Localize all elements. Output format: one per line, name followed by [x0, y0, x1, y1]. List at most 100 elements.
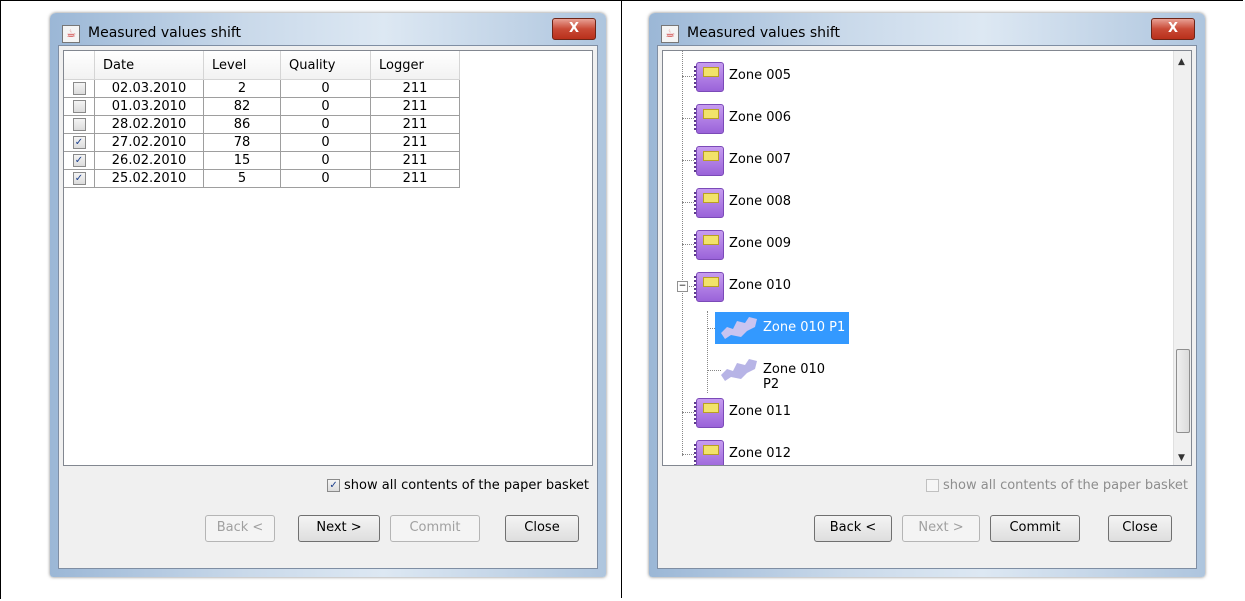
close-button[interactable]: Close — [505, 515, 579, 542]
logger-cell: 211 — [370, 133, 460, 152]
tree-node-label: Zone 010 P1 — [763, 320, 846, 335]
left-window-close-button[interactable]: X — [552, 18, 596, 40]
right-window-title: Measured values shift — [687, 25, 841, 41]
back-button[interactable]: Back < — [814, 515, 892, 542]
left-bottom-panel: ✓ show all contents of the paper basket B… — [63, 470, 593, 564]
tree-item-box[interactable]: Zone 010 P2 — [715, 354, 843, 392]
zone-notebook-icon — [694, 188, 724, 218]
commit-button[interactable]: Commit — [390, 515, 480, 542]
show-basket-label: show all contents of the paper basket — [943, 478, 1188, 493]
table-row[interactable]: ✓ 27.02.2010 78 0 211 — [64, 133, 460, 152]
level-cell: 2 — [203, 79, 281, 98]
quality-cell: 0 — [280, 133, 371, 152]
level-cell: 5 — [203, 169, 281, 188]
tree-node-part[interactable]: Zone 010 P1 — [663, 308, 1163, 348]
close-button[interactable]: Close — [1108, 515, 1172, 542]
commit-button[interactable]: Commit — [990, 515, 1080, 542]
row-checkbox[interactable]: ✓ — [72, 154, 86, 167]
row-select-cell[interactable] — [64, 79, 95, 98]
row-checkbox[interactable]: ✓ — [72, 136, 86, 149]
date-cell: 27.02.2010 — [94, 133, 204, 152]
tree-node-label: Zone 010 P2 — [763, 362, 826, 392]
show-basket-checkbox-row[interactable]: ✓ show all contents of the paper basket — [327, 478, 589, 493]
tree-node-part[interactable]: Zone 010 P2 — [663, 350, 1163, 392]
column-header-date[interactable]: Date — [94, 51, 204, 80]
tree-node-zone[interactable]: Zone 006 — [663, 98, 1163, 138]
tree-node-zone[interactable]: Zone 005 — [663, 56, 1163, 96]
row-select-cell[interactable] — [64, 97, 95, 116]
row-checkbox[interactable]: ✓ — [72, 172, 86, 185]
left-title-bar[interactable]: ☕ Measured values shift X — [50, 13, 606, 49]
tree-node-label: Zone 008 — [729, 194, 792, 209]
tree-node-zone[interactable]: Zone 012 — [663, 434, 1163, 465]
row-checkbox[interactable] — [72, 82, 86, 95]
row-checkbox[interactable] — [72, 118, 86, 131]
tree-node-label: Zone 012 — [729, 446, 792, 461]
logger-cell: 211 — [370, 169, 460, 188]
zone-part-map-icon — [721, 317, 757, 339]
values-table-area: Date Level Quality Logger 02.03.2010 2 0 21… — [63, 50, 593, 466]
zone-tree-area: ▲ ▼ Zone 005 Zone 006 Zone 007 Zone 008 Zone… — [662, 50, 1192, 466]
quality-cell: 0 — [280, 169, 371, 188]
tree-node-zone[interactable]: Zone 007 — [663, 140, 1163, 180]
row-select-cell[interactable]: ✓ — [64, 151, 95, 170]
right-title-bar[interactable]: ☕ Measured values shift X — [649, 13, 1205, 49]
scrollbar-thumb[interactable] — [1176, 349, 1190, 433]
show-basket-checkbox[interactable]: ✓ — [327, 479, 341, 492]
tree-node-zone[interactable]: Zone 011 — [663, 392, 1163, 432]
table-row[interactable]: ✓ 26.02.2010 15 0 211 — [64, 151, 460, 170]
tree-node-zone[interactable]: − Zone 010 — [663, 266, 1163, 306]
right-window-close-button[interactable]: X — [1151, 18, 1195, 40]
table-row[interactable]: 28.02.2010 86 0 211 — [64, 115, 460, 134]
table-row[interactable]: ✓ 25.02.2010 5 0 211 — [64, 169, 460, 188]
column-header-select[interactable] — [64, 51, 95, 80]
table-row[interactable]: 01.03.2010 82 0 211 — [64, 97, 460, 116]
tree-connector-line — [682, 412, 694, 413]
next-button[interactable]: Next > — [298, 515, 380, 542]
row-checkbox[interactable] — [72, 100, 86, 113]
quality-cell: 0 — [280, 151, 371, 170]
next-button[interactable]: Next > — [902, 515, 980, 542]
tree-node-label: Zone 010 — [729, 278, 792, 293]
tree-node-zone[interactable]: Zone 009 — [663, 224, 1163, 264]
tree-node-zone[interactable]: Zone 008 — [663, 182, 1163, 222]
level-cell: 82 — [203, 97, 281, 116]
row-select-cell[interactable]: ✓ — [64, 169, 95, 188]
scroll-up-arrow-icon[interactable]: ▲ — [1178, 57, 1185, 67]
logger-cell: 211 — [370, 97, 460, 116]
zone-notebook-icon — [694, 62, 724, 92]
zone-part-map-icon — [721, 359, 757, 381]
tree-connector-line — [682, 202, 694, 203]
scroll-down-arrow-icon[interactable]: ▼ — [1178, 453, 1185, 463]
java-app-icon: ☕ — [62, 25, 80, 43]
column-header-logger[interactable]: Logger — [370, 51, 460, 80]
map-shape — [721, 359, 757, 381]
back-button[interactable]: Back < — [205, 515, 275, 542]
selected-item-highlight[interactable]: Zone 010 P1 — [715, 312, 849, 344]
date-cell: 02.03.2010 — [94, 79, 204, 98]
logger-cell: 211 — [370, 79, 460, 98]
show-basket-checkbox[interactable] — [926, 479, 940, 492]
column-header-quality[interactable]: Quality — [280, 51, 371, 80]
date-cell: 26.02.2010 — [94, 151, 204, 170]
tree-connector-line — [682, 454, 694, 455]
show-basket-label: show all contents of the paper basket — [344, 478, 589, 493]
zone-notebook-icon — [694, 398, 724, 428]
zone-notebook-icon — [694, 104, 724, 134]
collapse-toggle-icon[interactable]: − — [677, 281, 688, 292]
tree-node-label: Zone 007 — [729, 152, 792, 167]
tree-connector-line — [682, 118, 694, 119]
tree-scrollbar[interactable]: ▲ ▼ — [1173, 51, 1191, 465]
column-header-level[interactable]: Level — [203, 51, 281, 80]
row-select-cell[interactable]: ✓ — [64, 133, 95, 152]
quality-cell: 0 — [280, 97, 371, 116]
right-dialog-window: ☕ Measured values shift X ▲ ▼ Zone 005 Zo… — [649, 13, 1205, 577]
row-select-cell[interactable] — [64, 115, 95, 134]
java-app-icon: ☕ — [661, 25, 679, 43]
zone-notebook-icon — [694, 146, 724, 176]
table-header-row: Date Level Quality Logger — [64, 51, 460, 80]
table-row[interactable]: 02.03.2010 2 0 211 — [64, 79, 460, 98]
date-cell: 28.02.2010 — [94, 115, 204, 134]
tree-connector-line — [682, 160, 694, 161]
show-basket-checkbox-row[interactable]: show all contents of the paper basket — [926, 478, 1188, 493]
